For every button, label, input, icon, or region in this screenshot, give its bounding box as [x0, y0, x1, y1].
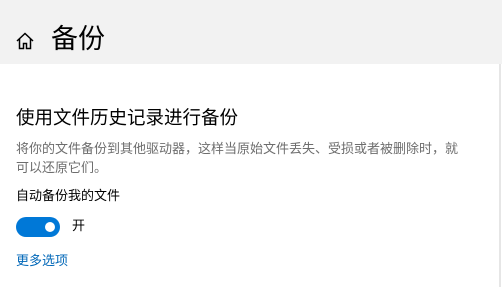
toggle-knob — [45, 222, 55, 232]
page-title: 备份 — [51, 24, 105, 55]
home-icon[interactable] — [15, 31, 35, 51]
more-options-link[interactable]: 更多选项 — [16, 252, 68, 272]
section-title: 使用文件历史记录进行备份 — [16, 108, 239, 129]
auto-backup-toggle[interactable] — [16, 217, 60, 237]
page-header: 备份 — [0, 0, 502, 64]
auto-backup-state: 开 — [72, 219, 86, 234]
section-description: 将你的文件备份到其他驱动器，这样当原始文件丢失、受损或者被删除时，就可以还原它们… — [16, 142, 459, 176]
scrollbar[interactable] — [499, 64, 501, 287]
auto-backup-label: 自动备份我的文件 — [16, 189, 121, 204]
